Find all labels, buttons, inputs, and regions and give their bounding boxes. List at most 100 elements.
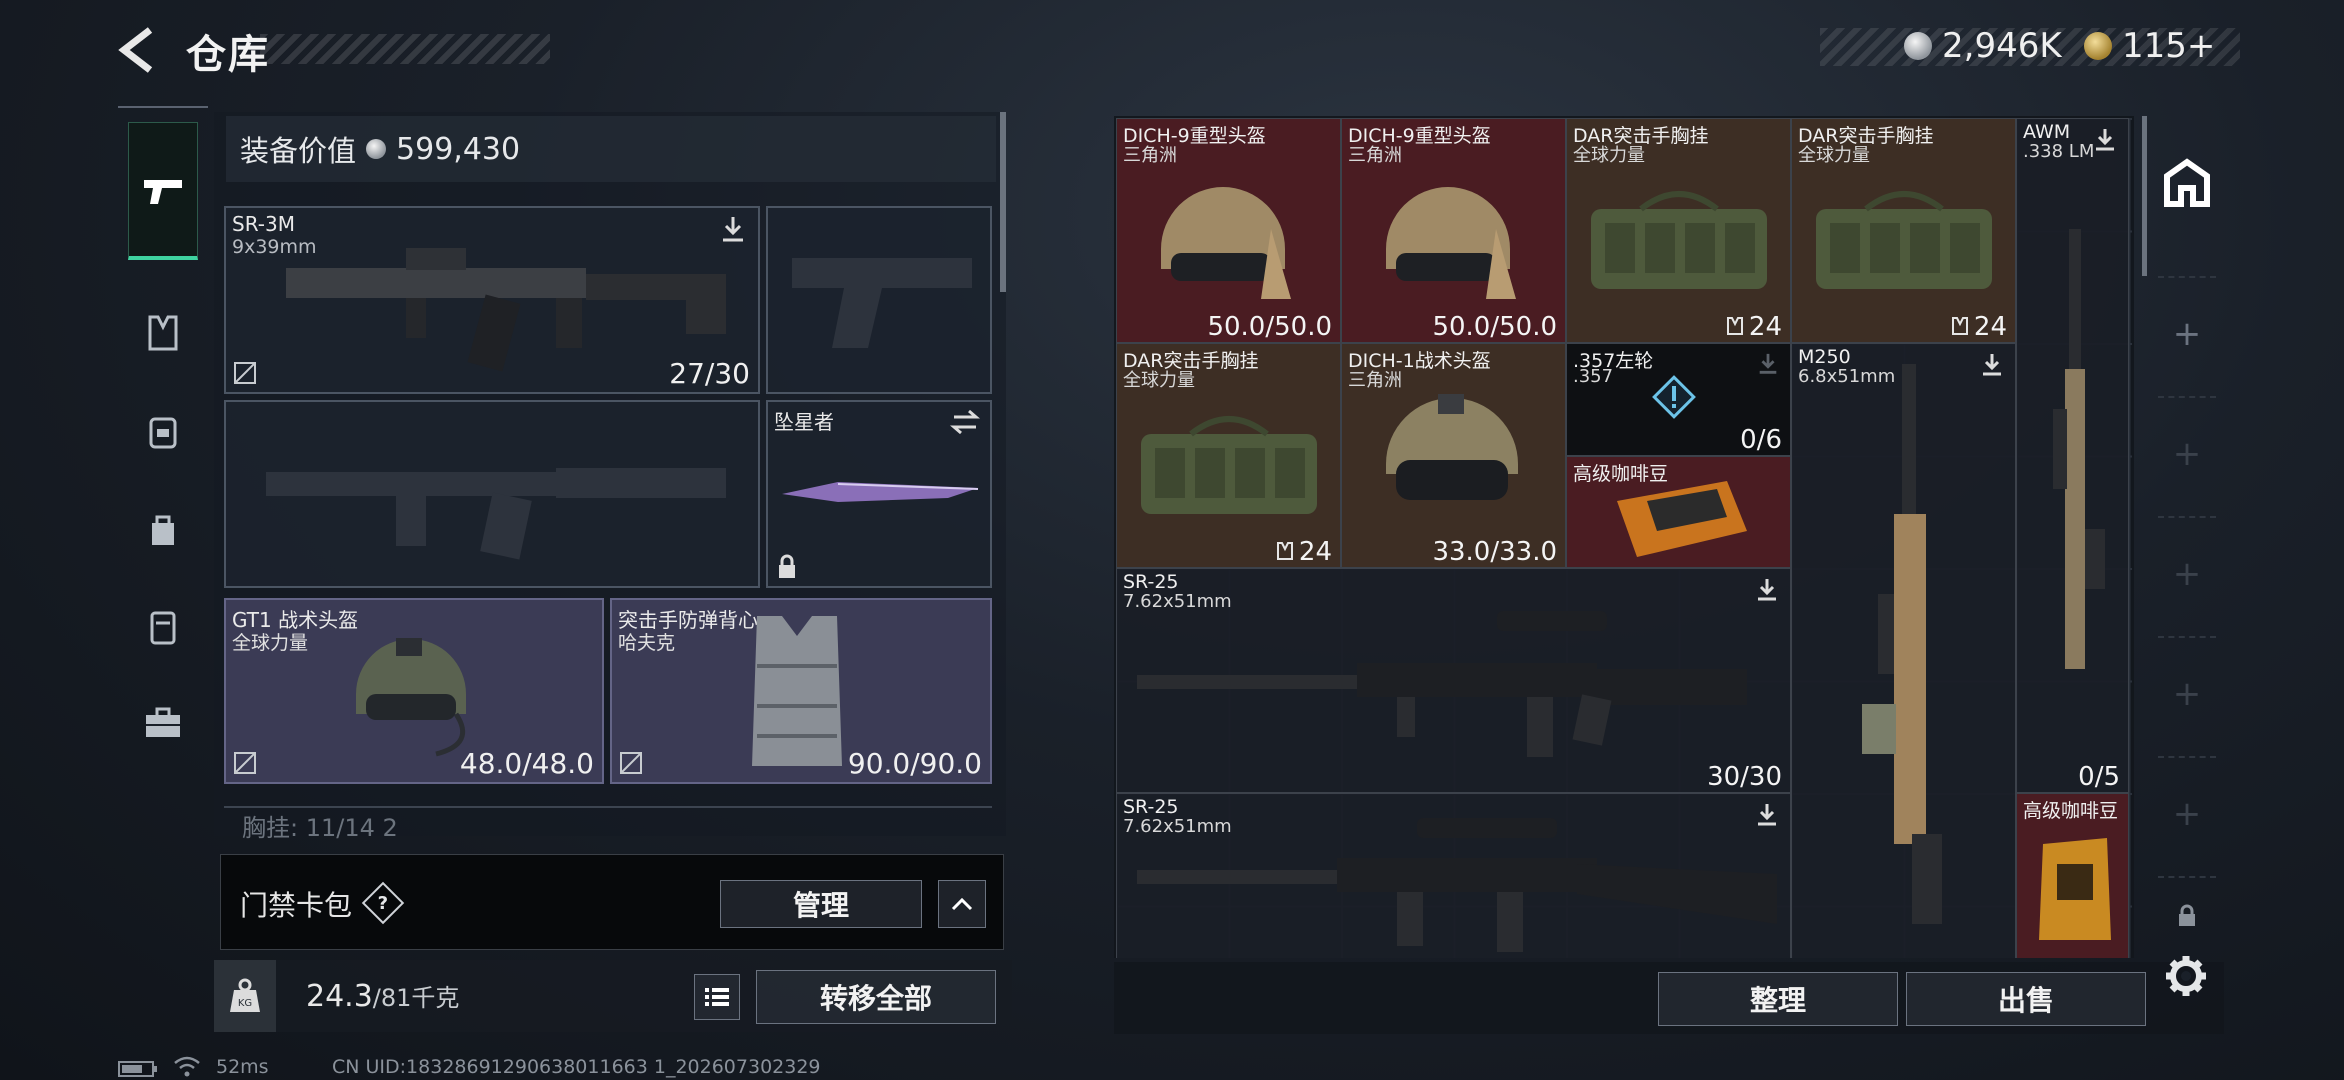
vest-small-icon	[1952, 317, 1968, 335]
item-subtitle: 全球力量	[1123, 370, 1195, 391]
grid-item[interactable]: AWM .338 LM 0/5	[2016, 118, 2129, 793]
settings-gear-icon[interactable]	[2164, 954, 2208, 998]
grid-item[interactable]: DAR突击手胸挂 全球力量 24	[1566, 118, 1791, 343]
sell-button[interactable]: 出售	[1906, 972, 2146, 1026]
warning-diamond-icon	[1652, 375, 1696, 419]
gold-amount: 115+	[2122, 26, 2216, 66]
add-storage-page[interactable]: +	[2150, 758, 2224, 870]
download-icon[interactable]	[1756, 352, 1780, 376]
rail-weapons-tab[interactable]	[128, 122, 198, 260]
rail-backpack-tab[interactable]	[128, 396, 198, 466]
help-mark: ?	[377, 892, 389, 914]
helmet-image	[356, 638, 466, 757]
sort-button[interactable]: 整理	[1658, 972, 1898, 1026]
weight-max: /81千克	[372, 984, 460, 1012]
item-subtitle: 全球力量	[1798, 145, 1870, 166]
grid-item[interactable]: .357左轮 .357 0/6	[1566, 343, 1791, 456]
coffee-bag-image	[1617, 481, 1747, 557]
swap-icon[interactable]	[950, 408, 980, 436]
rail-case-tab[interactable]	[128, 592, 198, 662]
silver-currency[interactable]: 2,946K	[1904, 26, 2062, 66]
bag-icon	[152, 515, 174, 545]
silver-amount: 2,946K	[1942, 26, 2062, 66]
grid-item[interactable]: DAR突击手胸挂 全球力量 24	[1791, 118, 2016, 343]
armor-maker: 哈夫克	[618, 632, 676, 654]
list-icon	[705, 988, 729, 1006]
equipment-value: 599,430	[396, 131, 521, 167]
manage-button[interactable]: 管理	[720, 880, 922, 928]
item-name: AWM	[2023, 121, 2071, 143]
chest-rig-summary: 胸挂: 11/14 2	[224, 806, 992, 842]
grid-item[interactable]: SR-25 7.62x51mm	[1116, 793, 1791, 958]
gold-currency[interactable]: 115+	[2084, 26, 2215, 66]
grid-item[interactable]: DAR突击手胸挂 全球力量 24	[1116, 343, 1341, 568]
collapse-button[interactable]	[938, 880, 986, 928]
helmet-slot[interactable]: GT1 战术头盔 全球力量 48.0/48.0	[224, 598, 604, 784]
armor-slot[interactable]: 突击手防弹背心 哈夫克 90.0/90.0	[610, 598, 992, 784]
item-subtitle: .338 LM	[2023, 141, 2095, 162]
grid-item[interactable]: 高级咖啡豆	[1566, 456, 1791, 568]
heavy-helmet-image	[1386, 187, 1516, 299]
storage-page-rail: + + + + +	[2150, 116, 2224, 1036]
category-rail	[118, 106, 208, 1006]
item-name: 高级咖啡豆	[2023, 800, 2119, 822]
melee-name: 坠星者	[774, 410, 834, 434]
storage-page-current[interactable]	[2150, 152, 2224, 216]
item-durability: 50.0/50.0	[1207, 312, 1332, 342]
download-icon[interactable]	[1979, 352, 2005, 378]
back-arrow-icon[interactable]	[112, 22, 162, 78]
item-durability: 50.0/50.0	[1432, 312, 1557, 342]
grid-scrollbar[interactable]	[2142, 116, 2147, 276]
pistol-slot[interactable]	[766, 206, 992, 394]
heavy-helmet-image	[1161, 187, 1291, 299]
grid-item[interactable]: M250 6.8x51mm	[1791, 343, 2016, 958]
list-view-button[interactable]	[694, 974, 740, 1020]
weight-readout: 24.3/81千克	[306, 978, 459, 1014]
rail-toolbox-tab[interactable]	[128, 688, 198, 758]
loadout-scrollbar[interactable]	[1000, 112, 1006, 292]
helmet-durability: 48.0/48.0	[459, 747, 594, 780]
primary-weapon-slot[interactable]: SR-3M 9x39mm 27/30	[224, 206, 760, 394]
grid-item[interactable]: DICH-9重型头盔 三角洲 50.0/50.0	[1116, 118, 1341, 343]
pistol-placeholder-icon	[792, 258, 972, 348]
item-ammo: 0/6	[1740, 425, 1782, 455]
item-count: 24	[1748, 312, 1782, 342]
add-storage-page[interactable]: +	[2150, 278, 2224, 390]
uid-readout: CN UID:18328691290638011663 1_2026073023…	[332, 1056, 821, 1078]
grid-item[interactable]: SR-25 7.62x51mm 30/30	[1116, 568, 1791, 793]
not-insured-icon	[620, 752, 642, 774]
item-count: 24	[1298, 537, 1332, 567]
weight-icon: KG	[230, 978, 260, 1012]
chest-rig-image	[1141, 416, 1317, 514]
item-ammo: 0/5	[2078, 762, 2120, 792]
helmet-maker: 全球力量	[232, 632, 309, 654]
not-insured-icon	[234, 752, 256, 774]
grid-item[interactable]: DICH-9重型头盔 三角洲 50.0/50.0	[1341, 118, 1566, 343]
page-title: 仓库	[186, 32, 270, 78]
storage-home-icon	[2164, 158, 2210, 207]
rail-vest-tab[interactable]	[128, 298, 198, 368]
add-storage-page[interactable]: +	[2150, 518, 2224, 630]
battery-icon	[118, 1061, 157, 1077]
add-storage-page[interactable]: +	[2150, 398, 2224, 510]
weight-current: 24.3	[306, 979, 373, 1014]
item-subtitle: 三角洲	[1123, 145, 1177, 166]
armor-durability: 90.0/90.0	[847, 747, 982, 780]
sr25-rifle-image	[1137, 611, 1747, 757]
download-icon[interactable]	[2092, 127, 2118, 153]
grid-item[interactable]: 高级咖啡豆	[2016, 793, 2129, 958]
svg-text:KG: KG	[238, 998, 252, 1009]
item-count: 24	[1973, 312, 2007, 342]
grid-item[interactable]: DICH-1战术头盔 三角洲 33.0/33.0	[1341, 343, 1566, 568]
add-storage-page[interactable]: +	[2150, 638, 2224, 750]
wifi-icon	[174, 1056, 200, 1077]
rail-bag-tab[interactable]	[128, 494, 198, 564]
secondary-weapon-slot[interactable]	[224, 400, 760, 588]
melee-slot[interactable]: 坠星者	[766, 400, 992, 588]
locked-page[interactable]	[2150, 886, 2224, 946]
silver-coin-icon	[1904, 32, 1932, 60]
transfer-all-button[interactable]: 转移全部	[756, 970, 996, 1024]
equipment-value-bar: 装备价值 599,430	[226, 116, 996, 182]
ping-readout: 52ms	[216, 1056, 269, 1078]
keycard-label: 门禁卡包	[240, 889, 353, 922]
